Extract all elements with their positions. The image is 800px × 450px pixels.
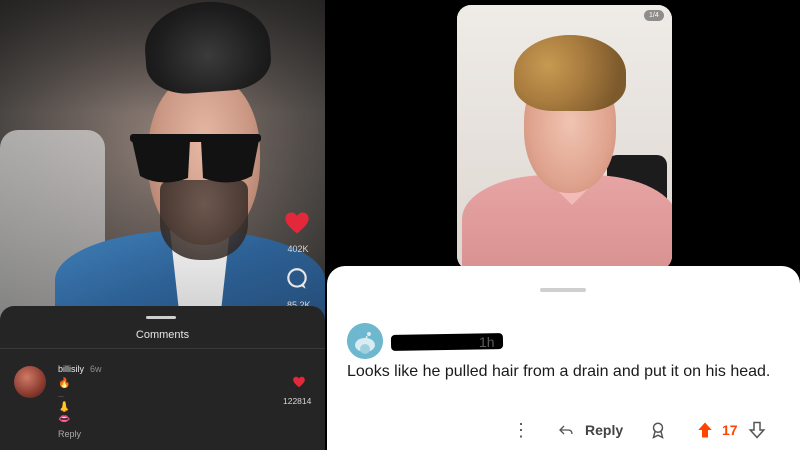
- avatar[interactable]: [347, 323, 383, 359]
- downvote-arrow-icon[interactable]: [748, 421, 766, 439]
- comment-bubble-icon[interactable]: [284, 266, 310, 292]
- reply-arrow-icon[interactable]: [557, 422, 575, 438]
- award-icon[interactable]: [649, 421, 667, 439]
- sheet-handle[interactable]: [540, 288, 586, 292]
- comment-time-ago: 6w: [90, 364, 102, 374]
- more-dots-icon[interactable]: ⋮: [512, 420, 530, 441]
- video-like-count: 402K: [287, 244, 309, 254]
- reply-button[interactable]: Reply: [585, 422, 623, 438]
- upvote-arrow-icon[interactable]: [696, 421, 714, 439]
- emoji: 👃: [58, 402, 71, 413]
- comments-title: Comments: [135, 329, 190, 341]
- divider: [0, 348, 325, 349]
- comment-like-count: 122814: [283, 396, 312, 406]
- comment-username[interactable]: billisily: [58, 364, 84, 374]
- sheet-handle[interactable]: [146, 316, 176, 319]
- comment-text: Looks like he pulled hair from a drain a…: [347, 363, 771, 380]
- heart-icon[interactable]: [283, 209, 311, 237]
- left-screenshot: 402K 85.2K Comments billisily 6w 🔥 ... 👃…: [0, 0, 325, 450]
- emoji: ...: [58, 392, 64, 399]
- heart-icon[interactable]: [292, 375, 306, 389]
- comment-card: 1h Looks like he pulled hair from a drai…: [327, 266, 800, 450]
- sunglasses: [130, 134, 261, 183]
- image-pager: 1/4: [644, 10, 664, 21]
- comment-time-ago: 1h: [479, 334, 495, 350]
- emoji: 🔥: [58, 378, 71, 389]
- comment-actions: ⋮ Reply 17: [327, 418, 800, 442]
- post-image[interactable]: [457, 5, 672, 270]
- emoji: 👄: [58, 414, 71, 425]
- avatar[interactable]: [14, 366, 46, 398]
- comment-emojis: 🔥 ... 👃 👄: [58, 378, 70, 426]
- vote-count: 17: [722, 422, 738, 438]
- snoo-avatar-icon: [347, 323, 383, 359]
- curly-hair: [514, 35, 626, 111]
- comments-sheet: Comments billisily 6w 🔥 ... 👃 👄 Reply 12…: [0, 306, 325, 450]
- beard: [160, 180, 248, 260]
- reply-button[interactable]: Reply: [58, 429, 81, 439]
